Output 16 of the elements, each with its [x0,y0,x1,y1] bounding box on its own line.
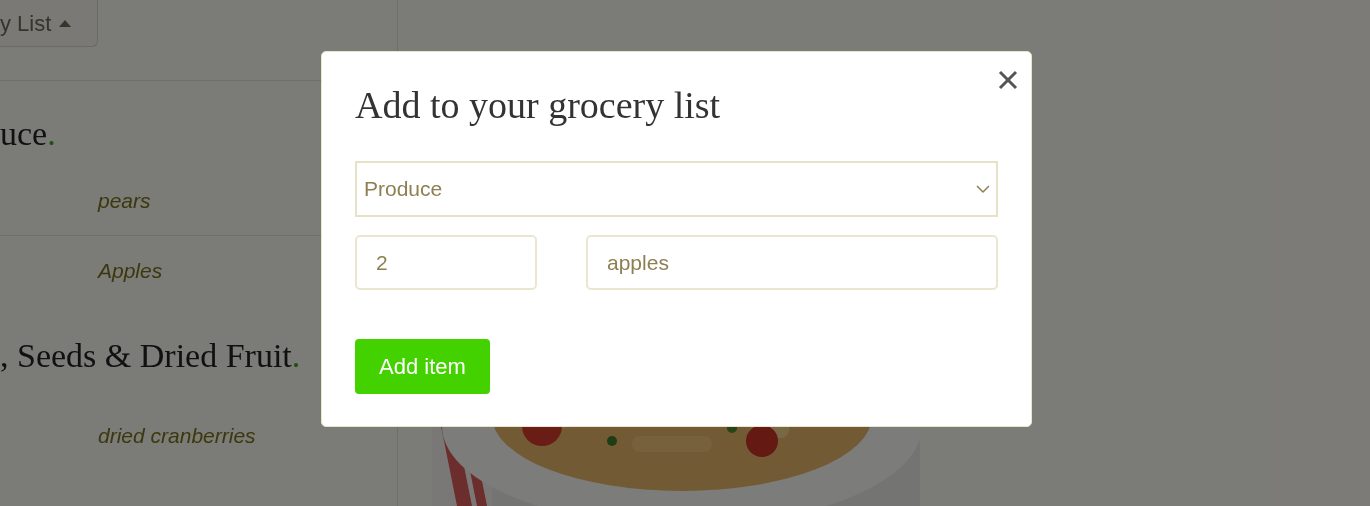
caret-up-icon [59,19,72,27]
grocery-item: pears [98,187,151,214]
item-name-field[interactable]: apples [586,235,998,290]
quantity-field[interactable]: 2 [355,235,537,290]
section-heading: uce. [0,116,56,152]
chevron-down-icon [976,184,990,194]
grocery-item: Apples [98,258,163,285]
select-value: Produce [364,176,443,203]
category-select[interactable]: Produce [355,161,998,217]
close-button[interactable] [997,69,1019,91]
grocery-item: dried cranberries [98,423,256,450]
dialog-title: Add to your grocery list [355,83,722,128]
close-icon [998,70,1018,90]
section-heading: , Seeds & Dried Fruit. [0,338,301,374]
grocery-list-button[interactable]: y List [0,0,98,47]
add-item-button[interactable]: Add item [355,339,490,394]
